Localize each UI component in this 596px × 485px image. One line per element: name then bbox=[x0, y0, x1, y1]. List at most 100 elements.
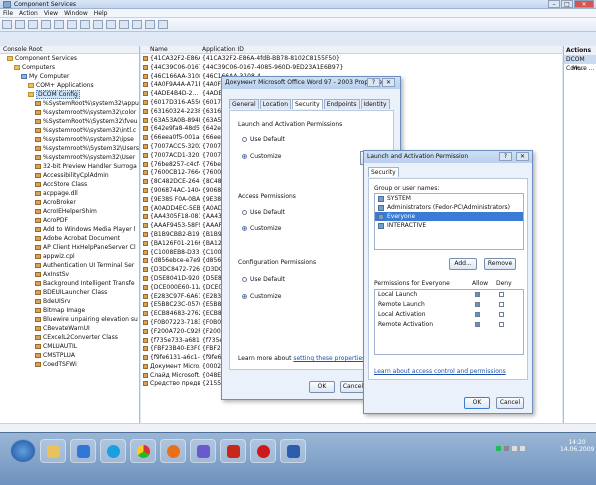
dialog-close-button[interactable]: ✕ bbox=[382, 78, 395, 87]
tab-endpoints[interactable]: Endpoints bbox=[323, 99, 360, 109]
allow-checkbox[interactable] bbox=[475, 302, 480, 307]
properties-icon[interactable] bbox=[54, 20, 64, 29]
explorer-icon[interactable] bbox=[40, 439, 66, 463]
access-customize[interactable]: Customize bbox=[242, 225, 282, 232]
menu-window[interactable]: Window bbox=[61, 9, 91, 17]
tree-node[interactable]: %SystemRoot%\system32\appu bbox=[0, 99, 139, 108]
perm-help-button[interactable]: ? bbox=[499, 152, 512, 161]
console-icon[interactable] bbox=[158, 20, 168, 29]
tree-node[interactable]: COM+ Applications bbox=[0, 81, 139, 90]
tree-node[interactable]: %systemroot%\system32\intl.c bbox=[0, 126, 139, 135]
chrome-icon[interactable] bbox=[130, 439, 156, 463]
tree-node[interactable]: Component Services bbox=[0, 54, 139, 63]
battery-icon[interactable] bbox=[520, 446, 525, 451]
word-icon[interactable] bbox=[280, 439, 306, 463]
tree-node[interactable]: CMLUAUTIL bbox=[0, 342, 139, 351]
up-icon[interactable] bbox=[28, 20, 38, 29]
tab-security[interactable]: Security bbox=[292, 99, 323, 109]
tree-node[interactable]: Adobe Acrobat Document bbox=[0, 234, 139, 243]
config-use-default[interactable]: Use Default bbox=[242, 276, 285, 283]
tree-node[interactable]: AP Client HxHelpPaneServer Cl bbox=[0, 243, 139, 252]
refresh-icon[interactable] bbox=[67, 20, 77, 29]
tree-node[interactable]: %systemroot%\System32\Users bbox=[0, 144, 139, 153]
volume-icon[interactable] bbox=[504, 446, 509, 451]
opera-icon[interactable] bbox=[250, 439, 276, 463]
tree-node[interactable]: Authentication UI Terminal Ser bbox=[0, 261, 139, 270]
tree-node[interactable]: AxInstSv bbox=[0, 270, 139, 279]
remove-button[interactable]: Remove bbox=[484, 258, 516, 270]
tree-node[interactable]: CExcelL2Converter Class bbox=[0, 333, 139, 342]
launch-customize[interactable]: Customize bbox=[242, 153, 282, 160]
tree-node[interactable]: CBevateWarnUI bbox=[0, 324, 139, 333]
access-use-default[interactable]: Use Default bbox=[242, 209, 285, 216]
menu-help[interactable]: Help bbox=[91, 9, 111, 17]
forward-icon[interactable] bbox=[15, 20, 25, 29]
deny-checkbox[interactable] bbox=[499, 292, 504, 297]
deny-checkbox[interactable] bbox=[499, 312, 504, 317]
tree-node[interactable]: CMSTPLUA bbox=[0, 351, 139, 360]
maximize-button[interactable]: □ bbox=[561, 0, 573, 8]
column-name[interactable]: Name bbox=[150, 46, 168, 54]
application-icon[interactable] bbox=[190, 439, 216, 463]
windows-orb-icon[interactable] bbox=[10, 439, 36, 463]
clock[interactable]: 14:20 14.06.2009 bbox=[560, 439, 594, 453]
tab-general[interactable]: General bbox=[229, 99, 259, 109]
list-row[interactable]: {44C39C06-0167...{44C39C06-0167-4085-960… bbox=[141, 63, 562, 72]
deny-checkbox[interactable] bbox=[499, 322, 504, 327]
config-customize[interactable]: Customize bbox=[242, 293, 282, 300]
user-item[interactable]: Administrators (Fedor-PC\Administrators) bbox=[375, 203, 523, 212]
allow-checkbox[interactable] bbox=[475, 322, 480, 327]
tree-root[interactable]: Console Root bbox=[0, 46, 139, 54]
skype-icon[interactable] bbox=[100, 439, 126, 463]
back-icon[interactable] bbox=[2, 20, 12, 29]
tree-node[interactable]: 32-bit Preview Handler Surroga bbox=[0, 162, 139, 171]
firefox-icon[interactable] bbox=[160, 439, 186, 463]
tab-location[interactable]: Location bbox=[259, 99, 292, 109]
add-button[interactable]: Add... bbox=[449, 258, 477, 270]
tree-node[interactable]: Bluewire unpairing elevation su bbox=[0, 315, 139, 324]
delete-icon[interactable] bbox=[41, 20, 51, 29]
user-item[interactable]: SYSTEM bbox=[375, 194, 523, 203]
tree-node[interactable]: appwiz.cpl bbox=[0, 252, 139, 261]
tree-node[interactable]: DCOM Config bbox=[0, 90, 139, 99]
tree-node[interactable]: Computers bbox=[0, 63, 139, 72]
pdf-reader-icon[interactable] bbox=[220, 439, 246, 463]
tree-node[interactable]: %systemroot%\system32\color bbox=[0, 108, 139, 117]
view-small-icon[interactable] bbox=[145, 20, 155, 29]
list-row[interactable]: {41CA32F2-E86A...{41CA32F2-E86A-4fdB-BB7… bbox=[141, 54, 562, 63]
tree-node[interactable]: %systemroot%\system32\ipse bbox=[0, 135, 139, 144]
view-details-icon[interactable] bbox=[119, 20, 129, 29]
tree-node[interactable]: %SystemRoot%\System32\fveu bbox=[0, 117, 139, 126]
perm-ok-button[interactable]: OK bbox=[464, 397, 490, 409]
ok-button[interactable]: OK bbox=[309, 381, 335, 393]
learn-more-link[interactable]: setting these properties bbox=[293, 355, 365, 362]
media-player-icon[interactable] bbox=[70, 439, 96, 463]
view-large-icon[interactable] bbox=[132, 20, 142, 29]
export-icon[interactable] bbox=[80, 20, 90, 29]
tree-node[interactable]: AcroIEHelperShim bbox=[0, 207, 139, 216]
deny-checkbox[interactable] bbox=[499, 302, 504, 307]
tree-node[interactable]: My Computer bbox=[0, 72, 139, 81]
column-application-id[interactable]: Application ID bbox=[202, 46, 244, 54]
perm-cancel-button[interactable]: Cancel bbox=[496, 397, 524, 409]
tab-security[interactable]: Security bbox=[368, 167, 399, 177]
tree-node[interactable]: CoedTSFWi bbox=[0, 360, 139, 369]
tree-node[interactable]: AcroPDF bbox=[0, 216, 139, 225]
tree-node[interactable]: Add to Windows Media Player l bbox=[0, 225, 139, 234]
flag-icon[interactable] bbox=[512, 446, 517, 451]
user-item[interactable]: INTERACTIVE bbox=[375, 221, 523, 230]
close-button[interactable]: ✕ bbox=[574, 0, 594, 8]
access-control-link[interactable]: Learn about access control and permissio… bbox=[374, 368, 506, 375]
tree-node[interactable]: AccessibilityCplAdmin bbox=[0, 171, 139, 180]
perm-close-button[interactable]: ✕ bbox=[516, 152, 529, 161]
help-icon[interactable] bbox=[93, 20, 103, 29]
actions-context[interactable]: DCOM Com... bbox=[564, 55, 596, 72]
tree-node[interactable]: AccStore Class bbox=[0, 180, 139, 189]
tree-node[interactable]: acppage.dll bbox=[0, 189, 139, 198]
launch-use-default[interactable]: Use Default bbox=[242, 136, 285, 143]
menu-view[interactable]: View bbox=[41, 9, 61, 17]
menu-action[interactable]: Action bbox=[16, 9, 41, 17]
network-icon[interactable] bbox=[496, 446, 501, 451]
view-list-icon[interactable] bbox=[106, 20, 116, 29]
horizontal-scrollbar[interactable] bbox=[0, 423, 596, 432]
